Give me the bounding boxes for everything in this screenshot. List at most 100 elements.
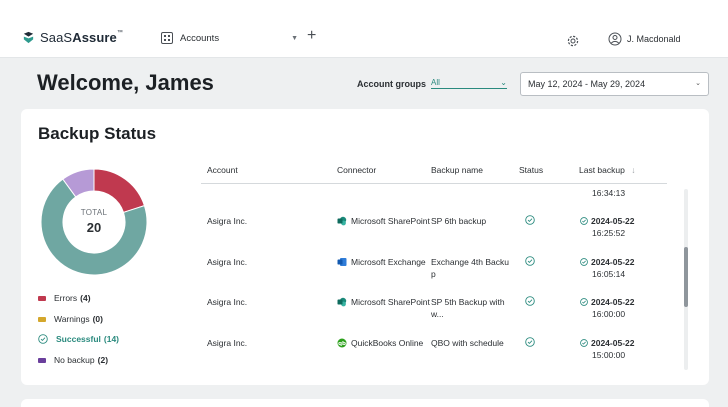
legend-no-backup-label: No backup (54, 355, 95, 365)
quickbooks-icon: qb (337, 338, 347, 348)
row-3-account: Asigra Inc. (207, 297, 248, 307)
row-2-backup-name: Exchange 4th Backu p (431, 256, 509, 280)
sharepoint-icon (337, 297, 347, 307)
row-1-backup-name-line-1: SP 6th backup (431, 216, 487, 226)
legend-successful-count: (14) (103, 334, 120, 344)
account-groups-select[interactable]: All ⌄ (431, 78, 507, 89)
legend-successful-label: Successful (56, 334, 101, 344)
column-header-last-backup[interactable]: Last backup ↓ (579, 165, 635, 175)
row-4-backup-name: QBO with schedule (431, 337, 504, 349)
no-backup-swatch (38, 357, 46, 363)
status-success-icon (525, 337, 535, 347)
row-3-connector-label: Microsoft SharePoint (351, 297, 430, 307)
status-success-icon (525, 256, 535, 266)
date-range-picker[interactable]: May 12, 2024 - May 29, 2024 ⌄ (520, 72, 709, 96)
exchange-icon (337, 258, 347, 266)
row-3-backup-name-line-1: SP 5th Backup with (431, 297, 505, 307)
legend-no-backup-count: (2) (97, 355, 109, 365)
table-scrollbar-thumb[interactable] (684, 247, 688, 307)
top-bar: SaaSAssure™ Accounts ▼ + J. Macdonald (0, 0, 728, 58)
row-3-last-backup-time: 16:00:00 (592, 309, 626, 319)
row-2-account: Asigra Inc. (207, 257, 248, 267)
donut-slice-errors[interactable] (93, 169, 146, 214)
row-4-last-backup: 2024-05-22 15:00:00 (580, 337, 634, 361)
row-2-backup-name-line-2: p (431, 269, 436, 279)
row-1-last-backup: 2024-05-22 16:25:52 (580, 215, 634, 239)
row-3-backup-name-line-2: w... (431, 309, 444, 319)
backup-status-title: Backup Status (38, 124, 157, 143)
column-header-account[interactable]: Account (207, 165, 238, 175)
row-1-connector-label: Microsoft SharePoint (351, 216, 430, 226)
column-header-backup-name[interactable]: Backup name (431, 165, 483, 175)
status-success-icon (525, 215, 535, 225)
page-title: Welcome, James (37, 70, 214, 95)
row-4-backup-name-line-1: QBO with schedule (431, 338, 504, 348)
account-groups-filter: Account groups All ⌄ (357, 78, 507, 89)
account-switcher-label: Accounts (180, 32, 220, 44)
row-2-last-backup: 2024-05-22 16:05:14 (580, 256, 634, 280)
row-4-connector: qb QuickBooks Online (337, 337, 423, 349)
account-groups-value: All (431, 78, 440, 87)
errors-swatch (38, 295, 46, 301)
sort-arrow-down-icon: ↓ (631, 165, 636, 175)
backup-status-card: Backup Status TOTAL 20 Errors (4) Warning… (21, 109, 709, 385)
row-3-last-backup: 2024-05-22 16:00:00 (580, 296, 634, 320)
legend-errors-count: (4) (80, 293, 91, 303)
row-2-last-backup-time: 16:05:14 (592, 269, 626, 279)
donut-total-value: 20 (86, 220, 102, 235)
gear-icon[interactable] (566, 34, 580, 48)
user-name: J. Macdonald (627, 34, 681, 44)
logo-mark-icon (23, 31, 34, 44)
row-1-last-backup-date: 2024-05-22 (591, 216, 635, 226)
svg-text:qb: qb (338, 341, 346, 347)
saasassure-logo[interactable]: SaaSAssure™ (22, 30, 123, 45)
date-range-value: May 12, 2024 - May 29, 2024 (528, 79, 646, 89)
row-2-last-backup-date: 2024-05-22 (591, 257, 635, 267)
check-circle-icon (38, 334, 48, 344)
row-4-last-backup-date: 2024-05-22 (591, 338, 635, 348)
row-4-account: Asigra Inc. (207, 338, 248, 348)
row-2-backup-name-line-1: Exchange 4th Backu (431, 257, 509, 267)
row-2-connector: Microsoft Exchange (337, 256, 426, 268)
row-3-backup-name: SP 5th Backup with w... (431, 296, 505, 320)
row-1-account: Asigra Inc. (207, 216, 248, 226)
chevron-down-icon: ⌄ (500, 78, 507, 87)
account-switcher[interactable]: Accounts ▼ (160, 29, 298, 47)
last-backup-header-label: Last backup (579, 165, 625, 175)
chevron-down-icon: ⌄ (695, 80, 701, 87)
row-3-connector: Microsoft SharePoint (337, 296, 430, 308)
brand-trademark: ™ (116, 30, 123, 36)
user-avatar-icon (608, 32, 622, 46)
check-circle-icon (580, 258, 588, 266)
column-header-connector[interactable]: Connector (337, 165, 376, 175)
legend-warnings-count: (0) (92, 314, 103, 324)
legend-errors-label: Errors (54, 293, 78, 303)
building-icon (161, 32, 173, 44)
row-2-connector-label: Microsoft Exchange (351, 257, 426, 267)
check-circle-icon (580, 339, 588, 347)
row-3-last-backup-date: 2024-05-22 (591, 297, 635, 307)
check-circle-icon (580, 298, 588, 306)
row-1-last-backup-time: 16:25:52 (592, 228, 626, 238)
add-tab-button[interactable]: + (307, 28, 316, 44)
legend-no-backup[interactable]: No backup (2) (38, 355, 108, 365)
column-header-status[interactable]: Status (519, 165, 543, 175)
status-success-icon (525, 296, 535, 306)
donut-total-label: TOTAL (80, 208, 108, 217)
legend-errors[interactable]: Errors (4) (38, 293, 91, 303)
row-4-connector-label: QuickBooks Online (351, 338, 424, 348)
account-groups-label: Account groups (357, 79, 426, 89)
row-1-backup-name: SP 6th backup (431, 215, 486, 227)
sharepoint-icon (337, 216, 347, 226)
check-circle-icon (580, 217, 588, 225)
legend-warnings[interactable]: Warnings (0) (38, 314, 103, 324)
row-1-connector: Microsoft SharePoint (337, 215, 430, 227)
chevron-down-icon: ▼ (291, 34, 298, 42)
brand-prefix: SaaS (40, 30, 73, 45)
header-divider (201, 183, 667, 184)
row-4-last-backup-time: 15:00:00 (592, 350, 626, 360)
partial-row-last-backup-time: 16:34:13 (592, 188, 626, 198)
next-card (21, 399, 709, 407)
user-menu[interactable]: J. Macdonald (608, 32, 681, 46)
legend-successful[interactable]: Successful (14) (38, 334, 119, 344)
